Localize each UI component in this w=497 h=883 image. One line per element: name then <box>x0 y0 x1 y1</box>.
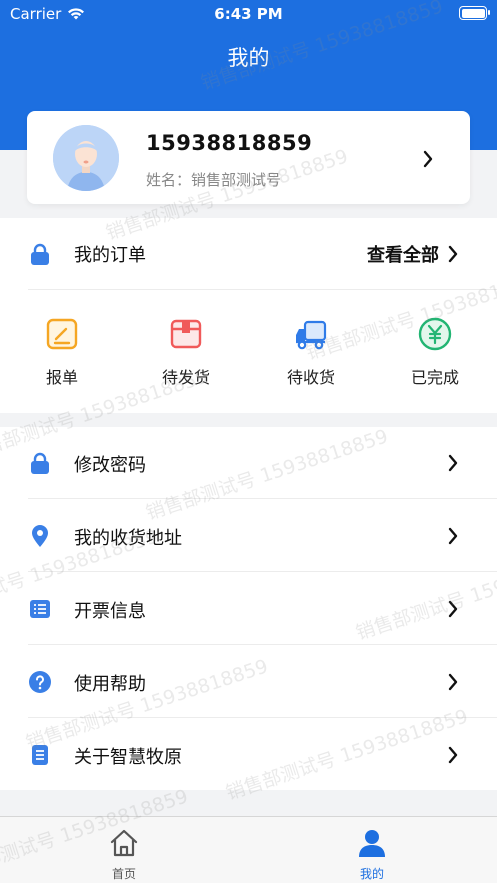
chevron-right-icon <box>448 245 458 263</box>
order-status-awaiting-shipment[interactable]: 待发货 <box>141 316 231 388</box>
orders-section: 我的订单 查看全部 报单 待发货 待收货 已完成 <box>0 218 497 413</box>
invoice-list-icon <box>30 600 50 618</box>
tab-bar: 首页 我的 <box>0 816 497 883</box>
avatar-person-icon <box>53 125 119 191</box>
order-status-label: 待收货 <box>286 368 335 387</box>
chevron-right-icon <box>423 150 433 168</box>
chevron-right-icon <box>448 527 458 545</box>
avatar <box>53 125 119 191</box>
home-icon <box>110 829 138 857</box>
divider <box>28 289 497 290</box>
divider <box>28 644 497 645</box>
menu-item-label: 我的收货地址 <box>74 528 182 549</box>
order-status-label: 报单 <box>45 368 78 387</box>
order-status-completed[interactable]: 已完成 <box>390 316 480 388</box>
orders-title: 我的订单 <box>74 245 146 266</box>
tab-label: 首页 <box>111 867 136 881</box>
package-icon <box>170 319 202 349</box>
clock: 6:43 PM <box>214 5 283 23</box>
chevron-right-icon <box>448 600 458 618</box>
help-circle-icon <box>29 671 51 693</box>
page-title: 我的 <box>227 46 270 70</box>
tab-home[interactable]: 首页 <box>84 827 164 882</box>
divider <box>28 571 497 572</box>
location-pin-icon <box>32 525 48 547</box>
menu-item-help[interactable]: 使用帮助 <box>0 646 497 718</box>
menu-item-label: 修改密码 <box>74 455 146 476</box>
menu-item-invoice-info[interactable]: 开票信息 <box>0 573 497 645</box>
profile-phone: 15938818859 <box>146 131 313 155</box>
order-status-label: 待发货 <box>161 368 210 387</box>
menu-item-label: 关于智慧牧原 <box>74 747 182 768</box>
settings-menu: 修改密码 我的收货地址 开票信息 使用帮助 关于智慧牧原 <box>0 427 497 790</box>
orders-header-row[interactable]: 我的订单 查看全部 <box>0 218 497 290</box>
menu-item-about[interactable]: 关于智慧牧原 <box>0 719 497 791</box>
profile-card[interactable]: 15938818859 姓名：销售部测试号 <box>27 111 470 204</box>
order-status-submitted[interactable]: 报单 <box>17 316 107 388</box>
info-doc-icon <box>32 745 48 765</box>
chevron-right-icon <box>448 454 458 472</box>
lock-icon <box>31 452 49 474</box>
divider <box>28 717 497 718</box>
yuan-coin-icon <box>418 317 452 351</box>
order-status-label: 已完成 <box>410 368 459 387</box>
truck-icon <box>296 320 327 350</box>
chevron-right-icon <box>448 673 458 691</box>
menu-item-change-password[interactable]: 修改密码 <box>0 427 497 499</box>
divider <box>28 498 497 499</box>
chevron-right-icon <box>448 746 458 764</box>
form-edit-icon <box>46 318 78 350</box>
menu-item-label: 开票信息 <box>74 601 146 622</box>
menu-item-label: 使用帮助 <box>74 674 146 695</box>
lock-icon <box>31 243 49 265</box>
battery-icon <box>459 6 490 20</box>
view-all-orders-link[interactable]: 查看全部 <box>367 241 439 267</box>
status-bar: Carrier 6:43 PM <box>0 0 497 30</box>
tab-label: 我的 <box>359 867 384 881</box>
tab-mine[interactable]: 我的 <box>332 827 412 882</box>
order-status-awaiting-receipt[interactable]: 待收货 <box>266 316 356 388</box>
menu-item-shipping-address[interactable]: 我的收货地址 <box>0 500 497 572</box>
profile-name: 姓名：销售部测试号 <box>146 171 282 189</box>
user-icon <box>359 830 385 857</box>
